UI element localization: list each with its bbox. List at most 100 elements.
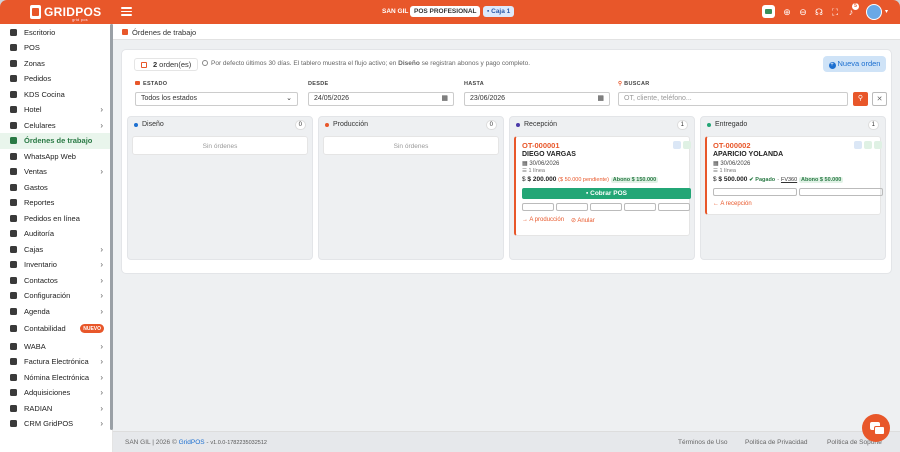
sidebar-item-label: Adquisiciones — [24, 388, 71, 398]
desktop-icon — [10, 28, 17, 36]
estado-value: Todos los estados — [141, 95, 198, 102]
fullscreen-icon[interactable]: ⛶ — [829, 6, 841, 18]
sidebar-item[interactable]: Celulares › — [0, 118, 112, 134]
whatsapp-icon[interactable] — [683, 141, 691, 149]
hint-text-post: se registran abonos y pago completo. — [419, 60, 531, 67]
menu-toggle-icon[interactable] — [121, 7, 132, 16]
search-input[interactable]: OT, cliente, teléfono... — [618, 92, 848, 106]
orders-board-card: 2 orden(es) Por defecto últimos 30 días.… — [121, 49, 892, 274]
sidebar-item[interactable]: WABA › — [0, 339, 112, 355]
sidebar-item[interactable]: Hotel › — [0, 102, 112, 118]
sidebar-item[interactable]: Factura Electrónica › — [0, 354, 112, 370]
chevron-right-icon: › — [100, 167, 103, 177]
sidebar-item-label: Contactos — [24, 275, 58, 285]
sidebar-item[interactable]: Contactos › — [0, 273, 112, 289]
sidebar-item[interactable]: Nómina Electrónica › — [0, 370, 112, 386]
search-button[interactable]: ⚲ — [853, 92, 868, 106]
sidebar-item[interactable]: Órdenes de trabajo — [0, 133, 112, 149]
sidebar-item-label: WhatsApp Web — [24, 151, 76, 161]
whatsapp-icon[interactable] — [624, 203, 656, 211]
wallet-icon — [10, 183, 17, 191]
terms-link[interactable]: Términos de Uso — [678, 439, 728, 446]
order-number[interactable]: OT-000002 — [713, 141, 751, 150]
whatsapp-icon[interactable] — [864, 141, 872, 149]
sidebar-item[interactable]: Gastos — [0, 180, 112, 196]
move-to-production-link[interactable]: → A producción — [522, 217, 564, 223]
order-card[interactable]: OT-000001 DIEGO VARGAS ▦ 30/06/2026 ☰ 1 … — [514, 136, 691, 236]
order-date: ▦ 30/06/2026 — [713, 161, 751, 167]
zoom-out-icon[interactable]: ⊖ — [797, 6, 809, 18]
cancel-order-link[interactable]: ⊘ Anular — [571, 217, 595, 224]
sidebar-item[interactable]: Agenda › — [0, 304, 112, 320]
headset-icon[interactable]: ☊ — [813, 6, 825, 18]
history-icon[interactable] — [658, 203, 690, 211]
print-icon[interactable] — [854, 141, 862, 149]
sidebar-item[interactable]: POS — [0, 40, 112, 56]
filter-icon — [135, 81, 140, 85]
payroll-icon — [10, 373, 17, 381]
print-icon[interactable] — [673, 141, 681, 149]
whatsapp-icon — [10, 152, 17, 160]
privacy-link[interactable]: Política de Privacidad — [745, 439, 808, 446]
clear-filters-button[interactable]: ✕ — [872, 92, 887, 106]
sidebar-item[interactable]: Reportes — [0, 195, 112, 211]
desde-date-input[interactable]: 24/05/2026 ▦ — [308, 92, 454, 106]
order-amount: $ $ 200.000 ($ 50.000 pendiente) Abono $… — [522, 176, 659, 183]
new-order-label: Nueva orden — [837, 59, 881, 68]
chat-bubble-button[interactable] — [862, 414, 890, 442]
sidebar-item[interactable]: Inventario › — [0, 257, 112, 273]
hasta-date-input[interactable]: 23/06/2026 ▦ — [464, 92, 610, 106]
print-icon[interactable] — [590, 203, 622, 211]
zoom-in-icon[interactable]: ⊕ — [781, 6, 793, 18]
amount-value: $ 200.000 — [527, 176, 557, 183]
avatar[interactable] — [866, 4, 882, 20]
calendar-icon[interactable]: ▦ — [441, 93, 448, 105]
chevron-down-icon[interactable]: ▾ — [885, 8, 888, 15]
cobrar-pos-button[interactable]: ▪ Cobrar POS — [522, 188, 691, 199]
column-recepcion: Recepción 1 OT-000001 DIEGO VARGAS ▦ 30/0… — [509, 116, 695, 260]
move-to-reception-link[interactable]: ← A recepción — [713, 201, 752, 207]
footer-version: v1.0.0-1782235032512 — [210, 440, 267, 446]
new-order-button[interactable]: + Nueva orden — [823, 56, 886, 72]
order-lines-value: 1 línea — [719, 168, 736, 174]
order-date-value: 30/06/2026 — [529, 161, 560, 167]
main-content: Órdenes de trabajo 2 orden(es) Por defec… — [113, 24, 900, 452]
sidebar-item[interactable]: Pedidos en línea — [0, 211, 112, 227]
sidebar-item[interactable]: Cajas › — [0, 242, 112, 258]
sidebar-item-label: Ventas — [24, 167, 47, 177]
history-icon[interactable] — [799, 188, 883, 196]
sidebar-item[interactable]: KDS Cocina — [0, 87, 112, 103]
sidebar-item[interactable]: Zonas — [0, 56, 112, 72]
sidebar-item[interactable]: Escritorio — [0, 25, 112, 41]
cash-drawer-icon[interactable] — [762, 5, 775, 18]
sidebar-item[interactable]: Contabilidad NUEVO — [0, 321, 112, 337]
sidebar-item[interactable]: WhatsApp Web — [0, 149, 112, 165]
chevron-right-icon: › — [100, 105, 103, 115]
edit-icon[interactable] — [522, 203, 554, 211]
sidebar-item[interactable]: CRM GridPOS › — [0, 416, 112, 432]
sidebar-item[interactable]: Ventas › — [0, 164, 112, 180]
sidebar-item[interactable]: Auditoría — [0, 226, 112, 242]
print-icon[interactable] — [713, 188, 797, 196]
invoice-link[interactable]: FV360 — [781, 177, 797, 183]
calendar-icon[interactable]: ▦ — [597, 93, 604, 105]
branch-name: SAN GIL — [382, 8, 409, 15]
sidebar-item[interactable]: Configuración › — [0, 288, 112, 304]
new-badge: NUEVO — [80, 324, 104, 333]
order-card[interactable]: OT-000002 APARICIO YOLANDA ▦ 30/06/2026 … — [705, 136, 883, 215]
cash-register-button[interactable]: ▪ Caja 1 — [483, 6, 515, 17]
order-number[interactable]: OT-000001 — [522, 141, 560, 150]
estado-select[interactable]: Todos los estados ⌄ — [135, 92, 298, 106]
sidebar-item[interactable]: RADIAN › — [0, 401, 112, 417]
grid-icon — [10, 325, 17, 333]
sidebar-item[interactable]: Adquisiciones › — [0, 385, 112, 401]
users-icon — [10, 276, 17, 284]
desde-label: DESDE — [308, 81, 329, 87]
user-icon — [10, 420, 17, 428]
shield-icon — [10, 230, 17, 238]
footer-brand[interactable]: GridPOS — [179, 439, 205, 446]
sidebar-item[interactable]: Pedidos — [0, 71, 112, 87]
payment-icon[interactable] — [556, 203, 588, 211]
invoice-icon[interactable] — [874, 141, 882, 149]
paid-status: ✔ Pagado — [749, 177, 776, 183]
